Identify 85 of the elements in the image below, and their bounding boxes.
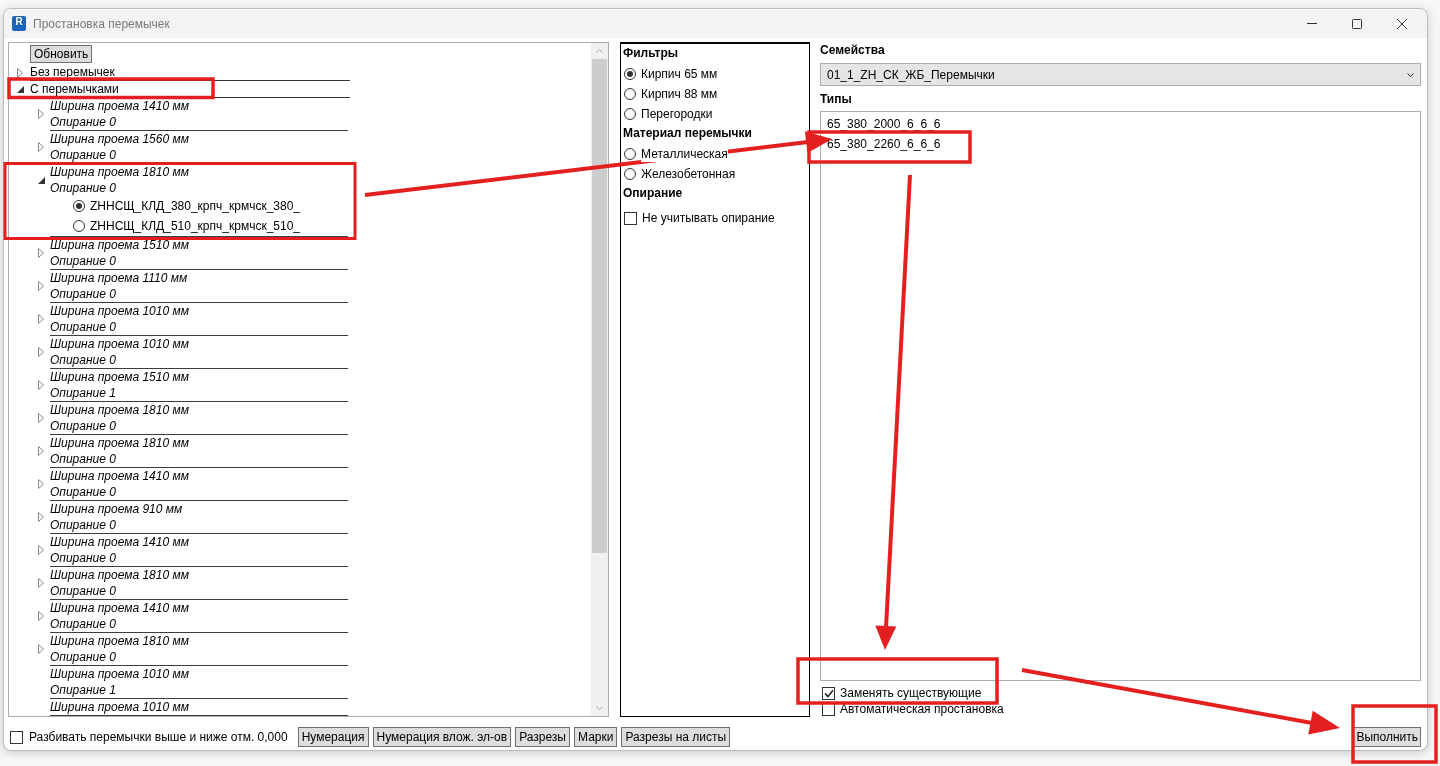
refresh-button[interactable]: Обновить bbox=[30, 45, 93, 63]
tree-item-subtitle[interactable]: Опирание 0 bbox=[50, 616, 116, 632]
tree-item-subtitle[interactable]: Опирание 0 bbox=[50, 352, 116, 368]
section-title: Фильтры bbox=[623, 45, 679, 62]
scrollbar[interactable] bbox=[591, 43, 608, 716]
tree-item-title[interactable]: Ширина проема 1410 мм bbox=[50, 534, 189, 550]
tree-item-subtitle[interactable]: Опирание 0 bbox=[50, 583, 116, 599]
triangle-icon[interactable] bbox=[38, 176, 45, 184]
radio-button[interactable] bbox=[624, 108, 636, 120]
chevron-up-icon[interactable] bbox=[596, 49, 603, 53]
checkmark-icon bbox=[823, 688, 834, 698]
tree-item-subtitle[interactable]: Опирание 0 bbox=[50, 451, 116, 467]
tree-item-subtitle[interactable]: Опирание 0 bbox=[50, 180, 116, 196]
maximize-icon bbox=[1351, 18, 1362, 29]
tree-item-subtitle[interactable]: Опирание 0 bbox=[50, 147, 116, 163]
list-item[interactable]: 65_380_2000_6_6_6 bbox=[822, 114, 952, 134]
tree-item-title[interactable]: Ширина проема 1010 мм bbox=[50, 336, 189, 352]
tree-item-subtitle[interactable]: Опирание 0 bbox=[50, 550, 116, 566]
radio-button[interactable] bbox=[624, 148, 636, 160]
tree-item-label[interactable]: Без перемычек bbox=[30, 64, 115, 80]
tree-item-subtitle[interactable]: Опирание 1 bbox=[50, 385, 116, 401]
toolbar-button[interactable]: Нумерация влож. эл-ов bbox=[372, 727, 512, 747]
toolbar-button[interactable]: Разрезы bbox=[515, 727, 570, 747]
checkbox[interactable] bbox=[822, 686, 835, 700]
tree-item-title[interactable]: Ширина проема 1410 мм bbox=[50, 98, 189, 114]
tree-item-title[interactable]: Ширина проема 1510 мм bbox=[50, 369, 189, 385]
tree-item-subtitle[interactable]: Опирание 0 bbox=[50, 484, 116, 500]
tree-item-title[interactable]: Ширина проема 910 мм bbox=[50, 501, 183, 517]
checkbox[interactable] bbox=[624, 211, 637, 225]
radio-button[interactable] bbox=[624, 168, 636, 180]
tree-item-subtitle[interactable]: Опирание 0 bbox=[50, 517, 116, 533]
field-label: Семейства bbox=[820, 42, 885, 58]
window-title: Простановка перемычек bbox=[33, 16, 170, 31]
radio-button[interactable] bbox=[624, 68, 636, 80]
radio-label[interactable]: Металлическая bbox=[641, 146, 728, 162]
tree-item-title[interactable]: Ширина проема 1010 мм bbox=[50, 699, 189, 715]
chevron-down-icon bbox=[1407, 72, 1414, 77]
tree-item-title[interactable]: Ширина проема 1010 мм bbox=[50, 303, 189, 319]
checkbox-label[interactable]: Автоматическая простановка bbox=[840, 701, 1004, 717]
radio-button[interactable] bbox=[73, 220, 85, 232]
tree-item-title[interactable]: Ширина проема 1810 мм bbox=[50, 633, 189, 649]
tree-item-title[interactable]: Ширина проема 1560 мм bbox=[50, 131, 189, 147]
tree-item-title[interactable]: Ширина проема 1510 мм bbox=[50, 237, 189, 253]
tree-item-label[interactable]: С перемычками bbox=[30, 81, 119, 97]
close-icon bbox=[1396, 18, 1407, 29]
tree-item-title[interactable]: Ширина проема 1010 мм bbox=[50, 666, 189, 682]
app-logo: R bbox=[12, 16, 26, 31]
tree-item-subtitle[interactable]: Опирание 0 bbox=[50, 319, 116, 335]
section-title: Материал перемычки bbox=[623, 125, 752, 142]
tree-item-title[interactable]: Ширина проема 1810 мм bbox=[50, 164, 189, 180]
tree-item-title[interactable]: Ширина проема 1810 мм bbox=[50, 402, 189, 418]
tree-item-title[interactable]: Ширина проема 1410 мм bbox=[50, 468, 189, 484]
tree-item-title[interactable]: Ширина проема 1410 мм bbox=[50, 600, 189, 616]
toolbar-button[interactable]: Нумерация bbox=[297, 727, 369, 747]
toolbar-button[interactable]: Разрезы на листы bbox=[621, 727, 731, 747]
radio-label[interactable]: Перегородки bbox=[641, 106, 713, 122]
tree-item-title[interactable]: Ширина проема 1810 мм bbox=[50, 567, 189, 583]
family-dropdown[interactable]: 01_1_ZH_СК_ЖБ_Перемычки bbox=[820, 63, 1421, 86]
checkbox-label[interactable]: Разбивать перемычки выше и ниже отм. 0,000 bbox=[29, 729, 288, 745]
checkbox[interactable] bbox=[10, 730, 23, 744]
tree-item-subtitle[interactable]: Опирание 0 bbox=[50, 286, 116, 302]
minimize-icon bbox=[1306, 23, 1317, 24]
scrollbar-thumb[interactable] bbox=[592, 59, 607, 553]
tree-item-subtitle[interactable]: Опирание 0 bbox=[50, 418, 116, 434]
radio-button[interactable] bbox=[624, 88, 636, 100]
tree-item-subtitle[interactable]: Опирание 0 bbox=[50, 253, 116, 269]
radio-label[interactable]: Кирпич 65 мм bbox=[641, 66, 718, 82]
field-label: Типы bbox=[820, 91, 852, 107]
tree-item-title[interactable]: Ширина проема 1110 мм bbox=[50, 270, 188, 286]
chevron-down-icon[interactable] bbox=[596, 706, 603, 710]
checkbox-label[interactable]: Не учитывать опирание bbox=[642, 210, 775, 226]
radio-label[interactable]: Кирпич 88 мм bbox=[641, 86, 718, 102]
checkbox-label[interactable]: Заменять существующие bbox=[840, 685, 982, 701]
radio-label[interactable]: ZHНСЩ_КЛД_380_крпч_крмчск_380_ bbox=[90, 198, 300, 214]
tree-item-title[interactable]: Ширина проема 1810 мм bbox=[50, 435, 189, 451]
run-button[interactable]: Выполнить bbox=[1353, 727, 1421, 747]
radio-label[interactable]: ZHНСЩ_КЛД_510_крпч_крмчск_510_ bbox=[90, 218, 300, 234]
tree-item-subtitle[interactable]: Опирание 0 bbox=[50, 649, 116, 665]
radio-button[interactable] bbox=[73, 200, 85, 212]
list-item[interactable]: 65_380_2260_6_6_6 bbox=[822, 134, 952, 154]
section-title: Опирание bbox=[623, 185, 683, 202]
tree-item-subtitle[interactable]: Опирание 1 bbox=[50, 682, 116, 698]
tree-item-subtitle[interactable]: Опирание 0 bbox=[50, 114, 116, 130]
toolbar-button[interactable]: Марки bbox=[574, 727, 618, 747]
triangle-icon[interactable] bbox=[17, 86, 24, 93]
